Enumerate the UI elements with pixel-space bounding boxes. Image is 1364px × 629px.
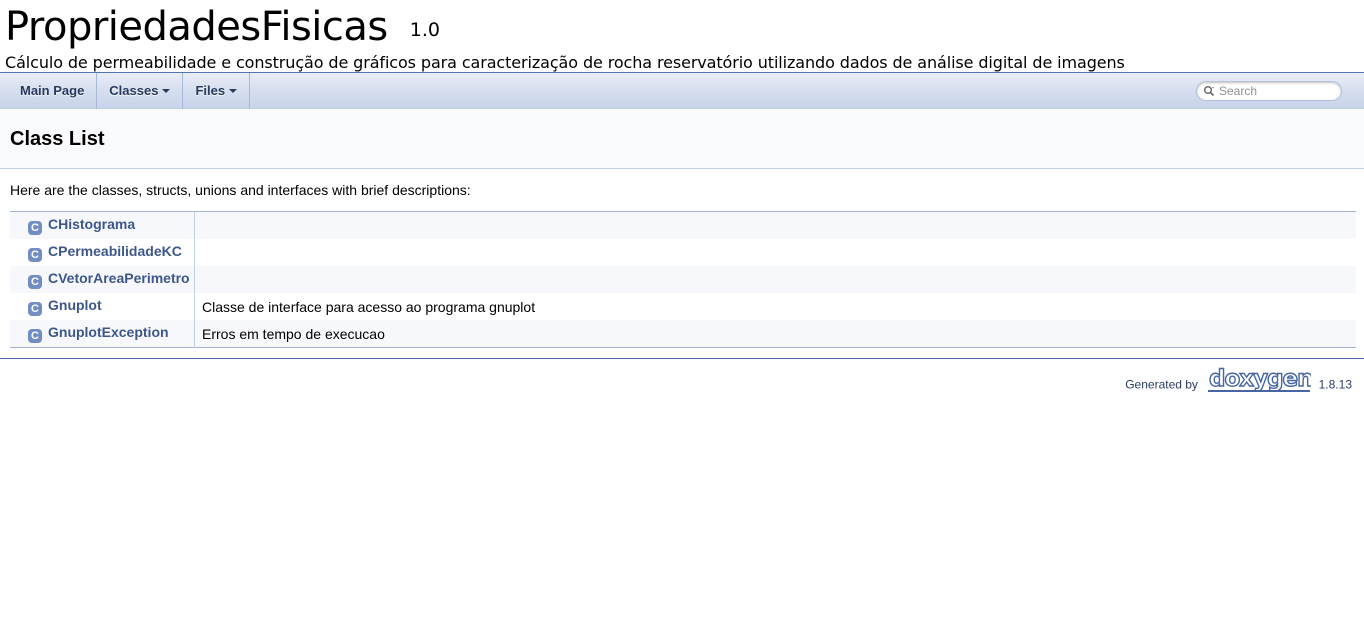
- class-link[interactable]: CPermeabilidadeKC: [48, 243, 182, 259]
- chevron-down-icon: [229, 89, 238, 93]
- tab-main-page-label: Main Page: [20, 83, 85, 98]
- class-icon: C: [28, 221, 42, 235]
- class-desc: [195, 239, 1357, 266]
- class-icon: C: [28, 275, 42, 289]
- page-title: Class List: [10, 128, 105, 150]
- table-row: C CHistograma: [10, 211, 1357, 240]
- doxygen-logo[interactable]: doxygen: [1207, 365, 1315, 404]
- table-row: C CPermeabilidadeKC: [10, 239, 1356, 266]
- generated-by-label: Generated by: [1125, 377, 1198, 392]
- page-header: Class List: [0, 109, 1364, 169]
- project-name-text: PropriedadesFisicas: [5, 4, 388, 50]
- nav-bar: Main Page Classes Files: [0, 73, 1364, 109]
- tab-classes-label: Classes: [109, 83, 159, 98]
- class-desc: Classe de interface para acesso ao progr…: [202, 298, 536, 315]
- class-entry: C CHistograma: [10, 211, 195, 239]
- table-row: C GnuplotException Erros em tempo de exec…: [10, 320, 1356, 348]
- footer-divider: [0, 358, 1364, 359]
- tab-files[interactable]: Files: [183, 73, 251, 109]
- project-number: 1.0: [409, 19, 440, 41]
- class-icon: C: [28, 329, 42, 343]
- class-entry: C CPermeabilidadeKC: [10, 239, 195, 266]
- search-input[interactable]: [1219, 83, 1337, 99]
- intro-text: Here are the classes, structs, unions an…: [10, 182, 471, 198]
- tab-main-page[interactable]: Main Page: [0, 73, 98, 109]
- class-table: C CHistograma C CPermeabilidadeKC C CVetorA…: [10, 211, 1356, 348]
- class-link[interactable]: CVetorAreaPerimetro: [48, 270, 190, 286]
- tab-files-label: Files: [195, 83, 226, 98]
- class-entry: C Gnuplot: [10, 293, 195, 320]
- tab-classes[interactable]: Classes: [97, 73, 184, 109]
- project-brief: Cálculo de permeabilidade e construção d…: [5, 53, 1125, 72]
- class-entry: C GnuplotException: [10, 320, 195, 348]
- class-link[interactable]: GnuplotException: [48, 324, 169, 340]
- table-row: C Gnuplot Classe de interface para acesso…: [10, 293, 1356, 320]
- class-desc: [195, 212, 1357, 240]
- class-desc: Erros em tempo de execucao: [202, 325, 385, 342]
- table-row: C CVetorAreaPerimetro: [10, 266, 1356, 293]
- class-entry: C CVetorAreaPerimetro: [10, 266, 195, 293]
- search-icon[interactable]: [1203, 85, 1215, 97]
- svg-text:doxygen: doxygen: [1209, 367, 1311, 392]
- class-desc: [195, 266, 1357, 293]
- doxygen-version: 1.8.13: [1318, 377, 1352, 392]
- search-box: [1196, 81, 1342, 101]
- doxygen-logo-icon: doxygen: [1208, 365, 1315, 393]
- class-link[interactable]: Gnuplot: [48, 297, 102, 313]
- class-icon: C: [28, 302, 42, 316]
- chevron-down-icon: [162, 89, 171, 93]
- class-link[interactable]: CHistograma: [48, 216, 135, 232]
- class-icon: C: [28, 248, 42, 262]
- project-name: PropriedadesFisicas 1.0: [5, 3, 440, 54]
- contents: Here are the classes, structs, unions an…: [0, 181, 1364, 348]
- title-area: PropriedadesFisicas 1.0 Cálculo de permea…: [0, 0, 1364, 73]
- footer: Generated by doxygen 1.8.13: [0, 365, 1364, 397]
